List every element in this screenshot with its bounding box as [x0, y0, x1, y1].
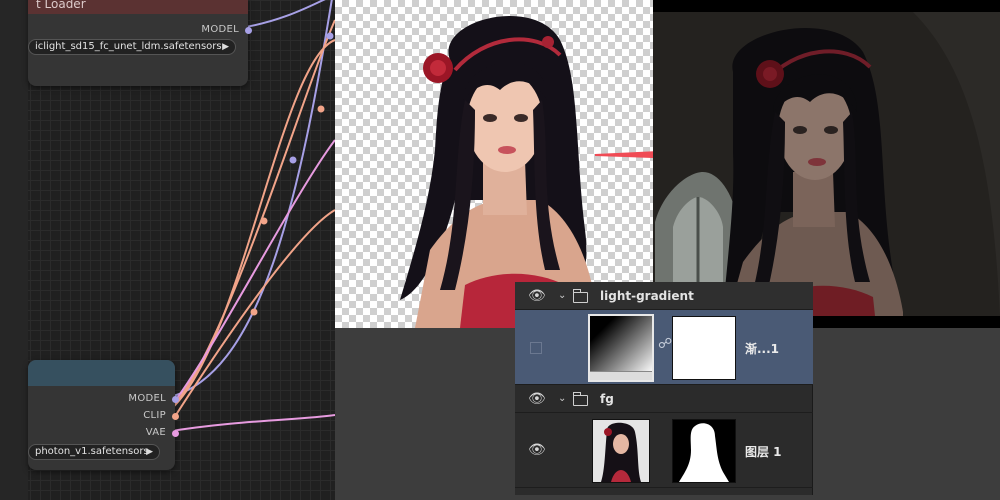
chevron-down-icon[interactable]: ⌄	[558, 290, 566, 301]
layer-mask-thumbnail	[672, 419, 736, 483]
visibility-toggle-empty[interactable]	[530, 342, 542, 354]
layer-group-light-gradient[interactable]: 👁 ⌄ light-gradient	[515, 282, 813, 310]
layers-panel[interactable]: 👁 ⌄ light-gradient ☍ 渐...1 👁 ⌄ fg 👁 图层 1	[515, 282, 813, 495]
unet-loader-node[interactable]: t Loader MODEL iclight_sd15_fc_unet_ldm.…	[28, 0, 252, 86]
layer-name: 图层 1	[745, 445, 782, 459]
canvas-left-edge	[0, 0, 28, 500]
eye-icon[interactable]: 👁	[528, 289, 546, 303]
group-name: fg	[600, 392, 614, 406]
gradient-thumbnail	[588, 314, 654, 382]
node-title-bar	[28, 360, 175, 386]
image-thumbnail	[592, 419, 650, 483]
eye-icon[interactable]: 👁	[528, 443, 546, 457]
folder-icon	[572, 392, 588, 406]
model-port[interactable]	[172, 396, 179, 403]
layer-mask-thumbnail	[672, 316, 736, 380]
model-output[interactable]: MODEL	[128, 393, 179, 404]
vae-output[interactable]: VAE	[146, 427, 179, 438]
eye-icon[interactable]: 👁	[528, 392, 546, 406]
vae-port[interactable]	[172, 430, 179, 437]
checkpoint-loader-node[interactable]: MODEL CLIP VAE photon_v1.safetensors ▶	[28, 360, 179, 470]
node-graph-canvas[interactable]: t Loader MODEL iclight_sd15_fc_unet_ldm.…	[0, 0, 335, 500]
link-icon: ☍	[658, 336, 673, 352]
node-title: t Loader	[36, 0, 86, 11]
model-output[interactable]: MODEL	[201, 24, 252, 35]
unet-name-select[interactable]: iclight_sd15_fc_unet_ldm.safetensors ▶	[28, 39, 236, 55]
layer-image[interactable]: 👁 图层 1	[515, 413, 813, 488]
chevron-down-icon[interactable]: ⌄	[558, 393, 566, 404]
dropdown-arrow-icon: ▶	[222, 42, 229, 52]
folder-icon	[572, 289, 588, 303]
clip-output[interactable]: CLIP	[143, 410, 179, 421]
model-port[interactable]	[245, 27, 252, 34]
clip-port[interactable]	[172, 413, 179, 420]
dropdown-arrow-icon: ▶	[146, 447, 153, 457]
layer-group-fg[interactable]: 👁 ⌄ fg	[515, 385, 813, 413]
layer-name: 渐...1	[745, 342, 780, 356]
layer-gradient-fill[interactable]: ☍ 渐...1	[515, 310, 813, 385]
group-name: light-gradient	[600, 289, 694, 303]
relit-portrait	[653, 12, 1000, 316]
ckpt-name-select[interactable]: photon_v1.safetensors ▶	[28, 444, 160, 460]
